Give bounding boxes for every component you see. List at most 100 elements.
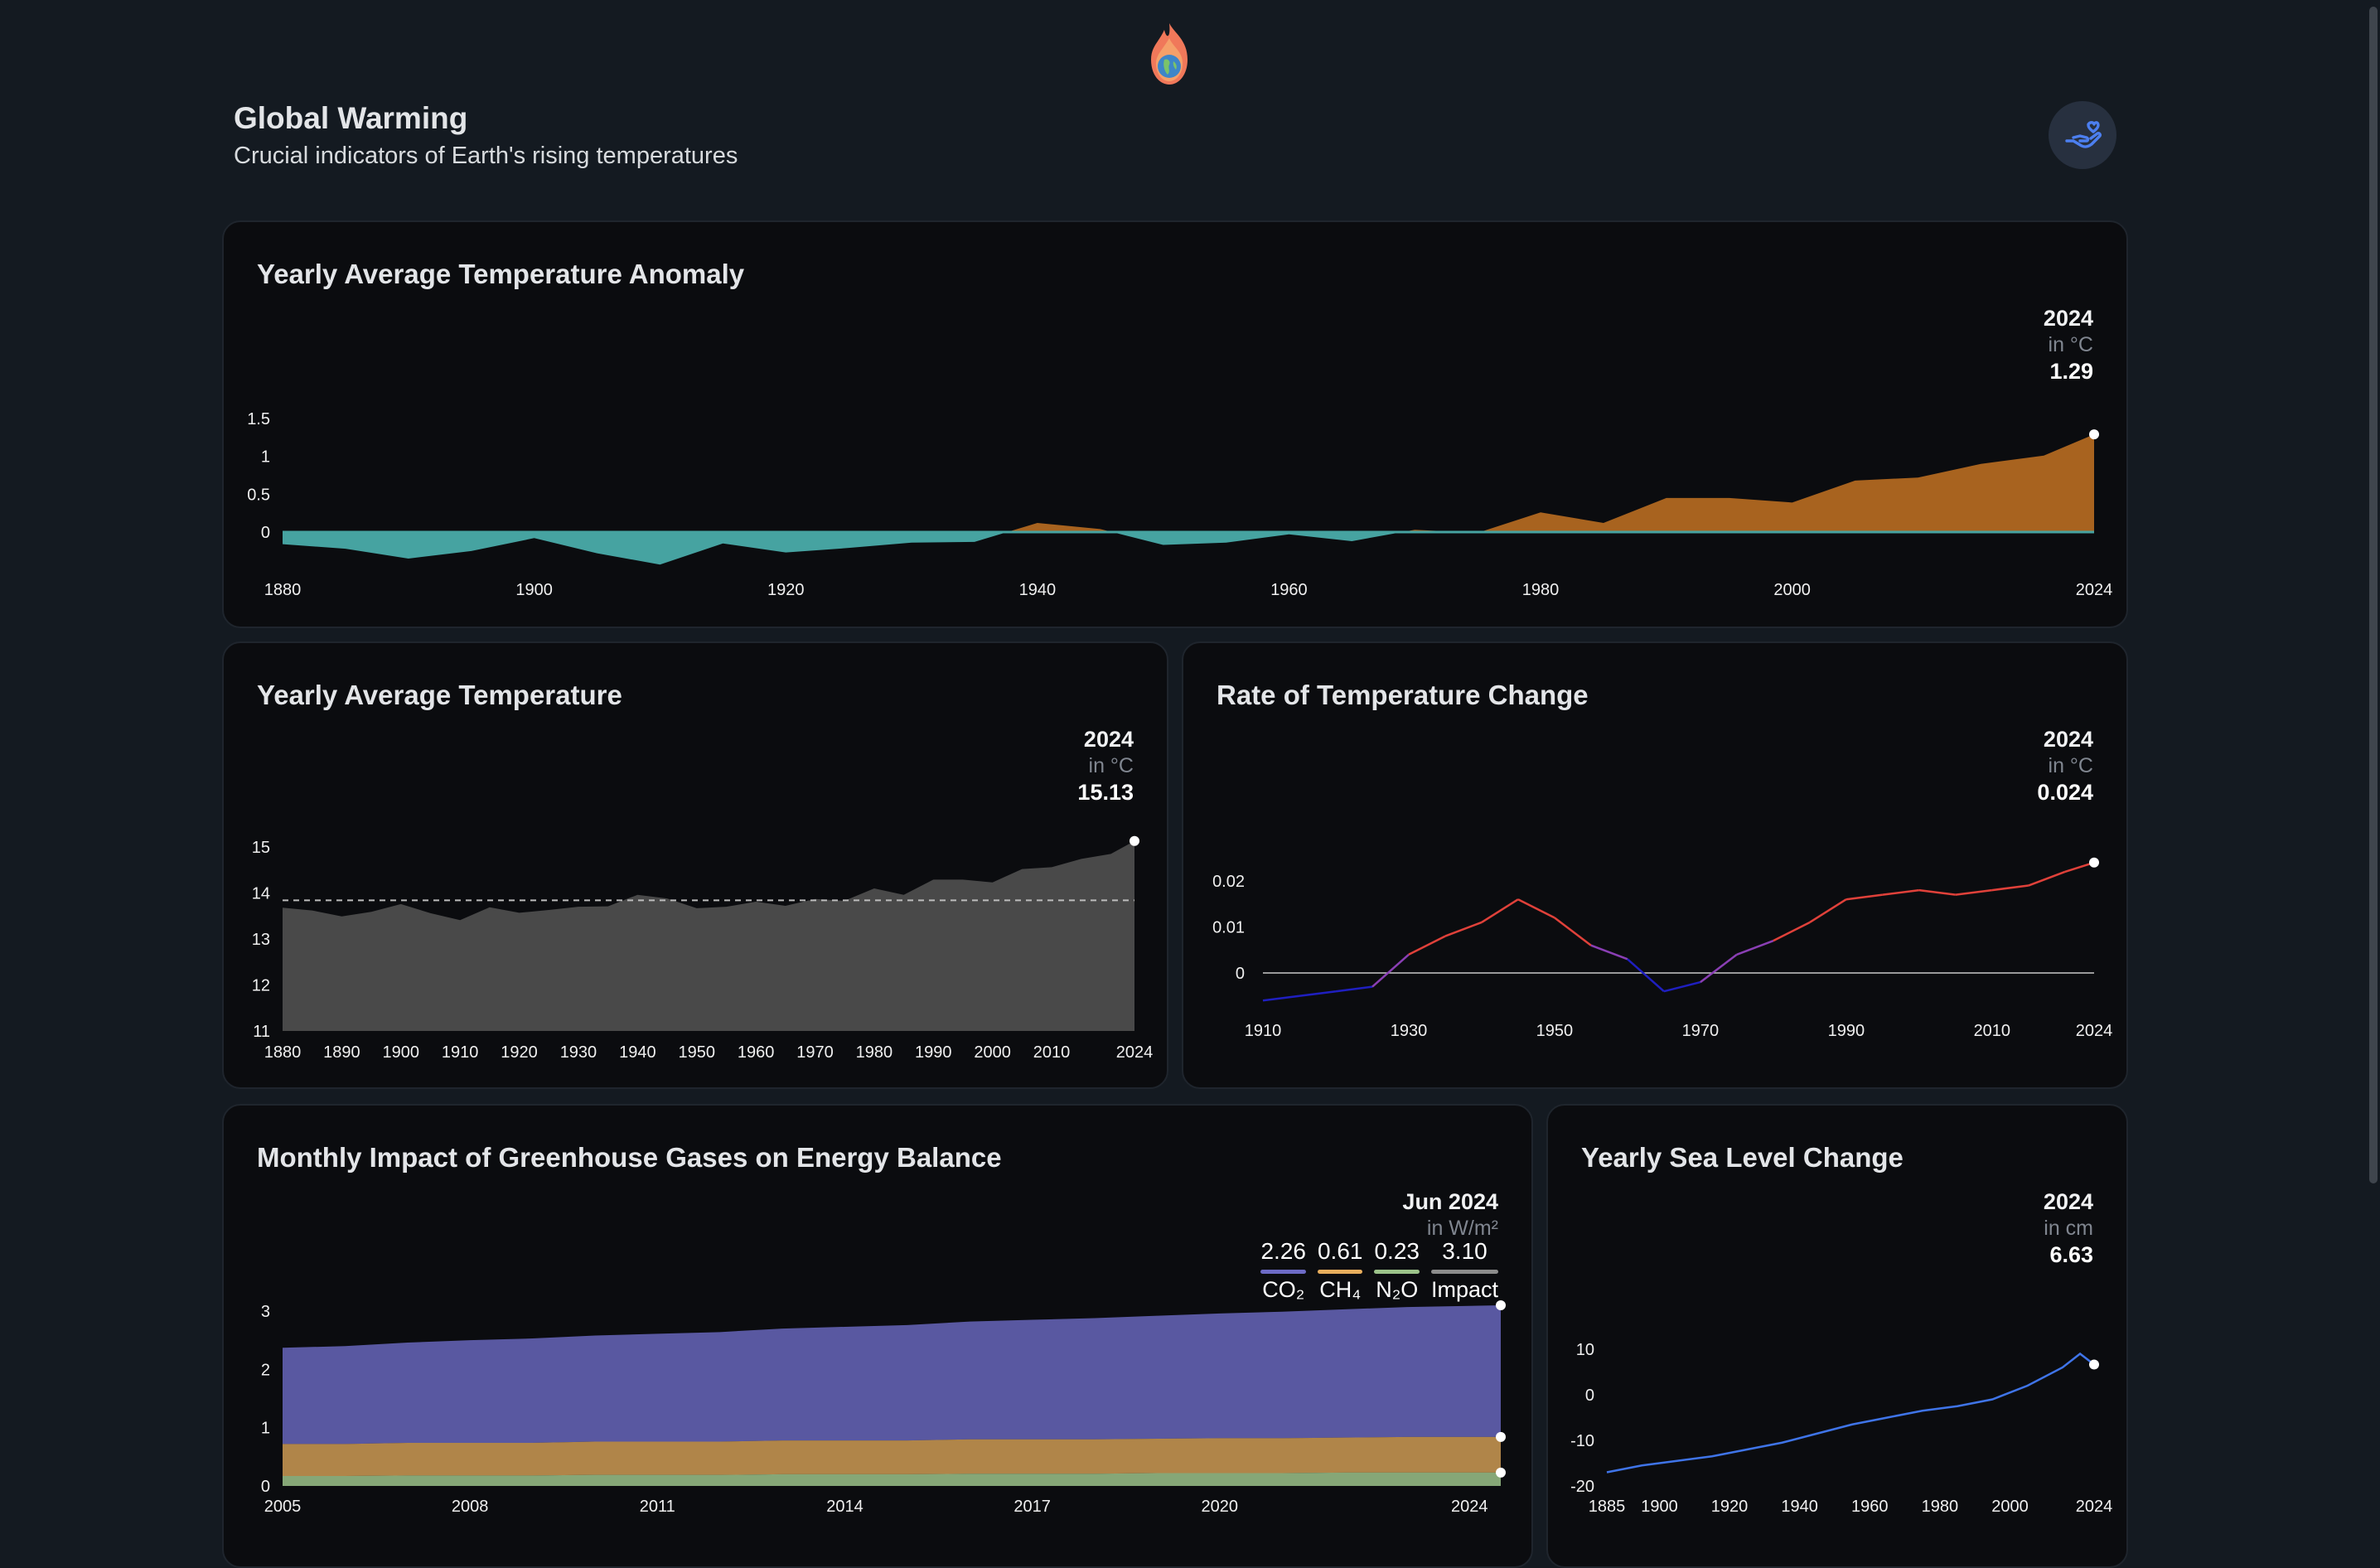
x-tick-label: 1885 (1589, 1498, 1626, 1516)
y-tick-label: 0.5 (247, 486, 270, 504)
n2o-current-point (1496, 1467, 1506, 1478)
x-tick-label: 1930 (560, 1043, 597, 1062)
x-tick-label: 1950 (1536, 1022, 1574, 1040)
y-tick-label: 0.01 (1212, 919, 1245, 937)
x-tick-label: 1950 (678, 1043, 715, 1062)
rate-line-segment (1773, 921, 1811, 942)
sea-level-line (1606, 1352, 2095, 1474)
x-tick-label: 1980 (856, 1043, 893, 1062)
co2-area (283, 1304, 1501, 1445)
x-tick-label: 2017 (1013, 1498, 1051, 1516)
x-tick-label: 1880 (264, 581, 302, 599)
rate-chart[interactable]: 0 0.01 0.02 1910 1930 1950 1970 1990 2010 2024 (1183, 643, 2126, 1087)
y-tick-label: 12 (252, 977, 270, 995)
rate-line-segment (1262, 995, 1300, 1002)
x-tick-label: 2000 (1773, 581, 1811, 599)
rate-line-segment (1627, 958, 1665, 993)
x-tick-label: 2000 (974, 1043, 1011, 1062)
rate-line-segment (1590, 944, 1628, 961)
hand-heart-icon (2065, 121, 2102, 148)
anomaly-chart[interactable]: 0 0.5 1 1.5 1880 1900 1920 1940 1960 1980 2000 2024 (224, 222, 2126, 627)
rate-current-point (2089, 857, 2099, 868)
y-tick-label: -10 (1570, 1432, 1594, 1450)
rate-card: Rate of Temperature Change 2024 in °C 0.… (1182, 641, 2128, 1089)
x-tick-label: 2024 (1116, 1043, 1154, 1062)
x-tick-label: 1940 (619, 1043, 656, 1062)
temperature-current-point (1130, 835, 1139, 846)
x-tick-label: 1970 (1682, 1022, 1720, 1040)
rate-line-segment (1481, 898, 1519, 924)
x-tick-label: 1940 (1781, 1498, 1818, 1516)
avg-temp-card: Yearly Average Temperature 2024 in °C 15… (222, 641, 1168, 1089)
x-tick-label: 2010 (1033, 1043, 1071, 1062)
y-tick-label: 0.02 (1212, 873, 1245, 891)
rate-line-segment (1736, 939, 1774, 956)
temperature-area (283, 840, 1134, 1031)
x-tick-label: 1980 (1922, 1498, 1959, 1516)
x-tick-label: 2005 (264, 1498, 302, 1516)
rate-line-segment (1517, 898, 1555, 919)
x-tick-label: 1980 (1522, 581, 1560, 599)
ghg-card: Monthly Impact of Greenhouse Gases on En… (222, 1104, 1533, 1568)
y-tick-label: 1 (261, 448, 270, 467)
y-tick-label: -20 (1570, 1478, 1594, 1496)
rate-line-segment (1554, 917, 1592, 946)
sea-card: Yearly Sea Level Change 2024 in cm 6.63 … (1546, 1104, 2128, 1568)
y-tick-label: 14 (252, 885, 270, 903)
x-tick-label: 1880 (264, 1043, 302, 1062)
rate-line-segment (1991, 884, 2029, 892)
ghg-chart[interactable]: 0 1 2 3 2005 2008 2011 2014 2017 2020 2024 (224, 1106, 1531, 1566)
rate-line-segment (1371, 953, 1410, 988)
y-tick-label: 3 (261, 1303, 270, 1321)
x-tick-label: 1930 (1391, 1022, 1428, 1040)
avg-temp-chart[interactable]: 11 12 13 14 15 1880 1890 1900 1910 1920 1930 1940 19… (224, 643, 1167, 1087)
rate-line-segment (1845, 893, 1884, 901)
x-tick-label: 1990 (915, 1043, 952, 1062)
x-tick-label: 2024 (2076, 581, 2113, 599)
x-tick-label: 1990 (1828, 1022, 1865, 1040)
rate-line-segment (1918, 888, 1956, 896)
y-tick-label: 1 (261, 1420, 270, 1438)
x-tick-label: 2014 (826, 1498, 863, 1516)
x-tick-label: 1900 (515, 581, 553, 599)
x-tick-label: 1940 (1019, 581, 1057, 599)
x-tick-label: 1920 (501, 1043, 538, 1062)
rate-line-segment (1335, 985, 1373, 993)
y-tick-label: 0 (261, 1478, 270, 1496)
rate-line-segment (1955, 888, 1992, 896)
x-tick-label: 1900 (383, 1043, 420, 1062)
y-tick-label: 0 (1585, 1387, 1594, 1405)
rate-line-segment (1299, 990, 1337, 997)
x-tick-label: 1970 (796, 1043, 834, 1062)
impact-current-point (1496, 1299, 1506, 1310)
x-tick-label: 1900 (1641, 1498, 1678, 1516)
x-tick-label: 1910 (1245, 1022, 1282, 1040)
rate-line-segment (1444, 921, 1483, 937)
x-tick-label: 1890 (323, 1043, 360, 1062)
ch4-area (283, 1436, 1501, 1477)
rate-line-segment (1408, 935, 1446, 956)
anomaly-positive-area (283, 434, 2094, 532)
x-tick-label: 2000 (1991, 1498, 2029, 1516)
x-tick-label: 2010 (1974, 1022, 2011, 1040)
scrollbar-thumb[interactable] (2369, 7, 2378, 1183)
x-tick-label: 1910 (442, 1043, 479, 1062)
y-tick-label: 11 (253, 1023, 270, 1041)
sea-current-point (2089, 1359, 2099, 1370)
y-tick-label: 2 (261, 1361, 270, 1379)
anomaly-card: Yearly Average Temperature Anomaly 2024 … (222, 220, 2128, 628)
page-title: Global Warming (234, 101, 468, 135)
x-tick-label: 2020 (1202, 1498, 1239, 1516)
y-tick-label: 0 (1236, 965, 1245, 983)
y-tick-label: 1.5 (247, 410, 270, 428)
x-tick-label: 2011 (640, 1498, 675, 1516)
rate-line-segment (2028, 870, 2066, 887)
rate-line-segment (1663, 980, 1701, 993)
ch4-current-point (1496, 1431, 1506, 1442)
donate-button[interactable] (2049, 101, 2116, 169)
x-tick-label: 1960 (738, 1043, 775, 1062)
x-tick-label: 2008 (452, 1498, 489, 1516)
y-tick-label: 10 (1576, 1341, 1594, 1359)
sea-chart[interactable]: -20 -10 0 10 1885 1900 1920 1940 1960 1980 2000 202… (1548, 1106, 2126, 1566)
page-subtitle: Crucial indicators of Earth's rising tem… (234, 143, 738, 169)
